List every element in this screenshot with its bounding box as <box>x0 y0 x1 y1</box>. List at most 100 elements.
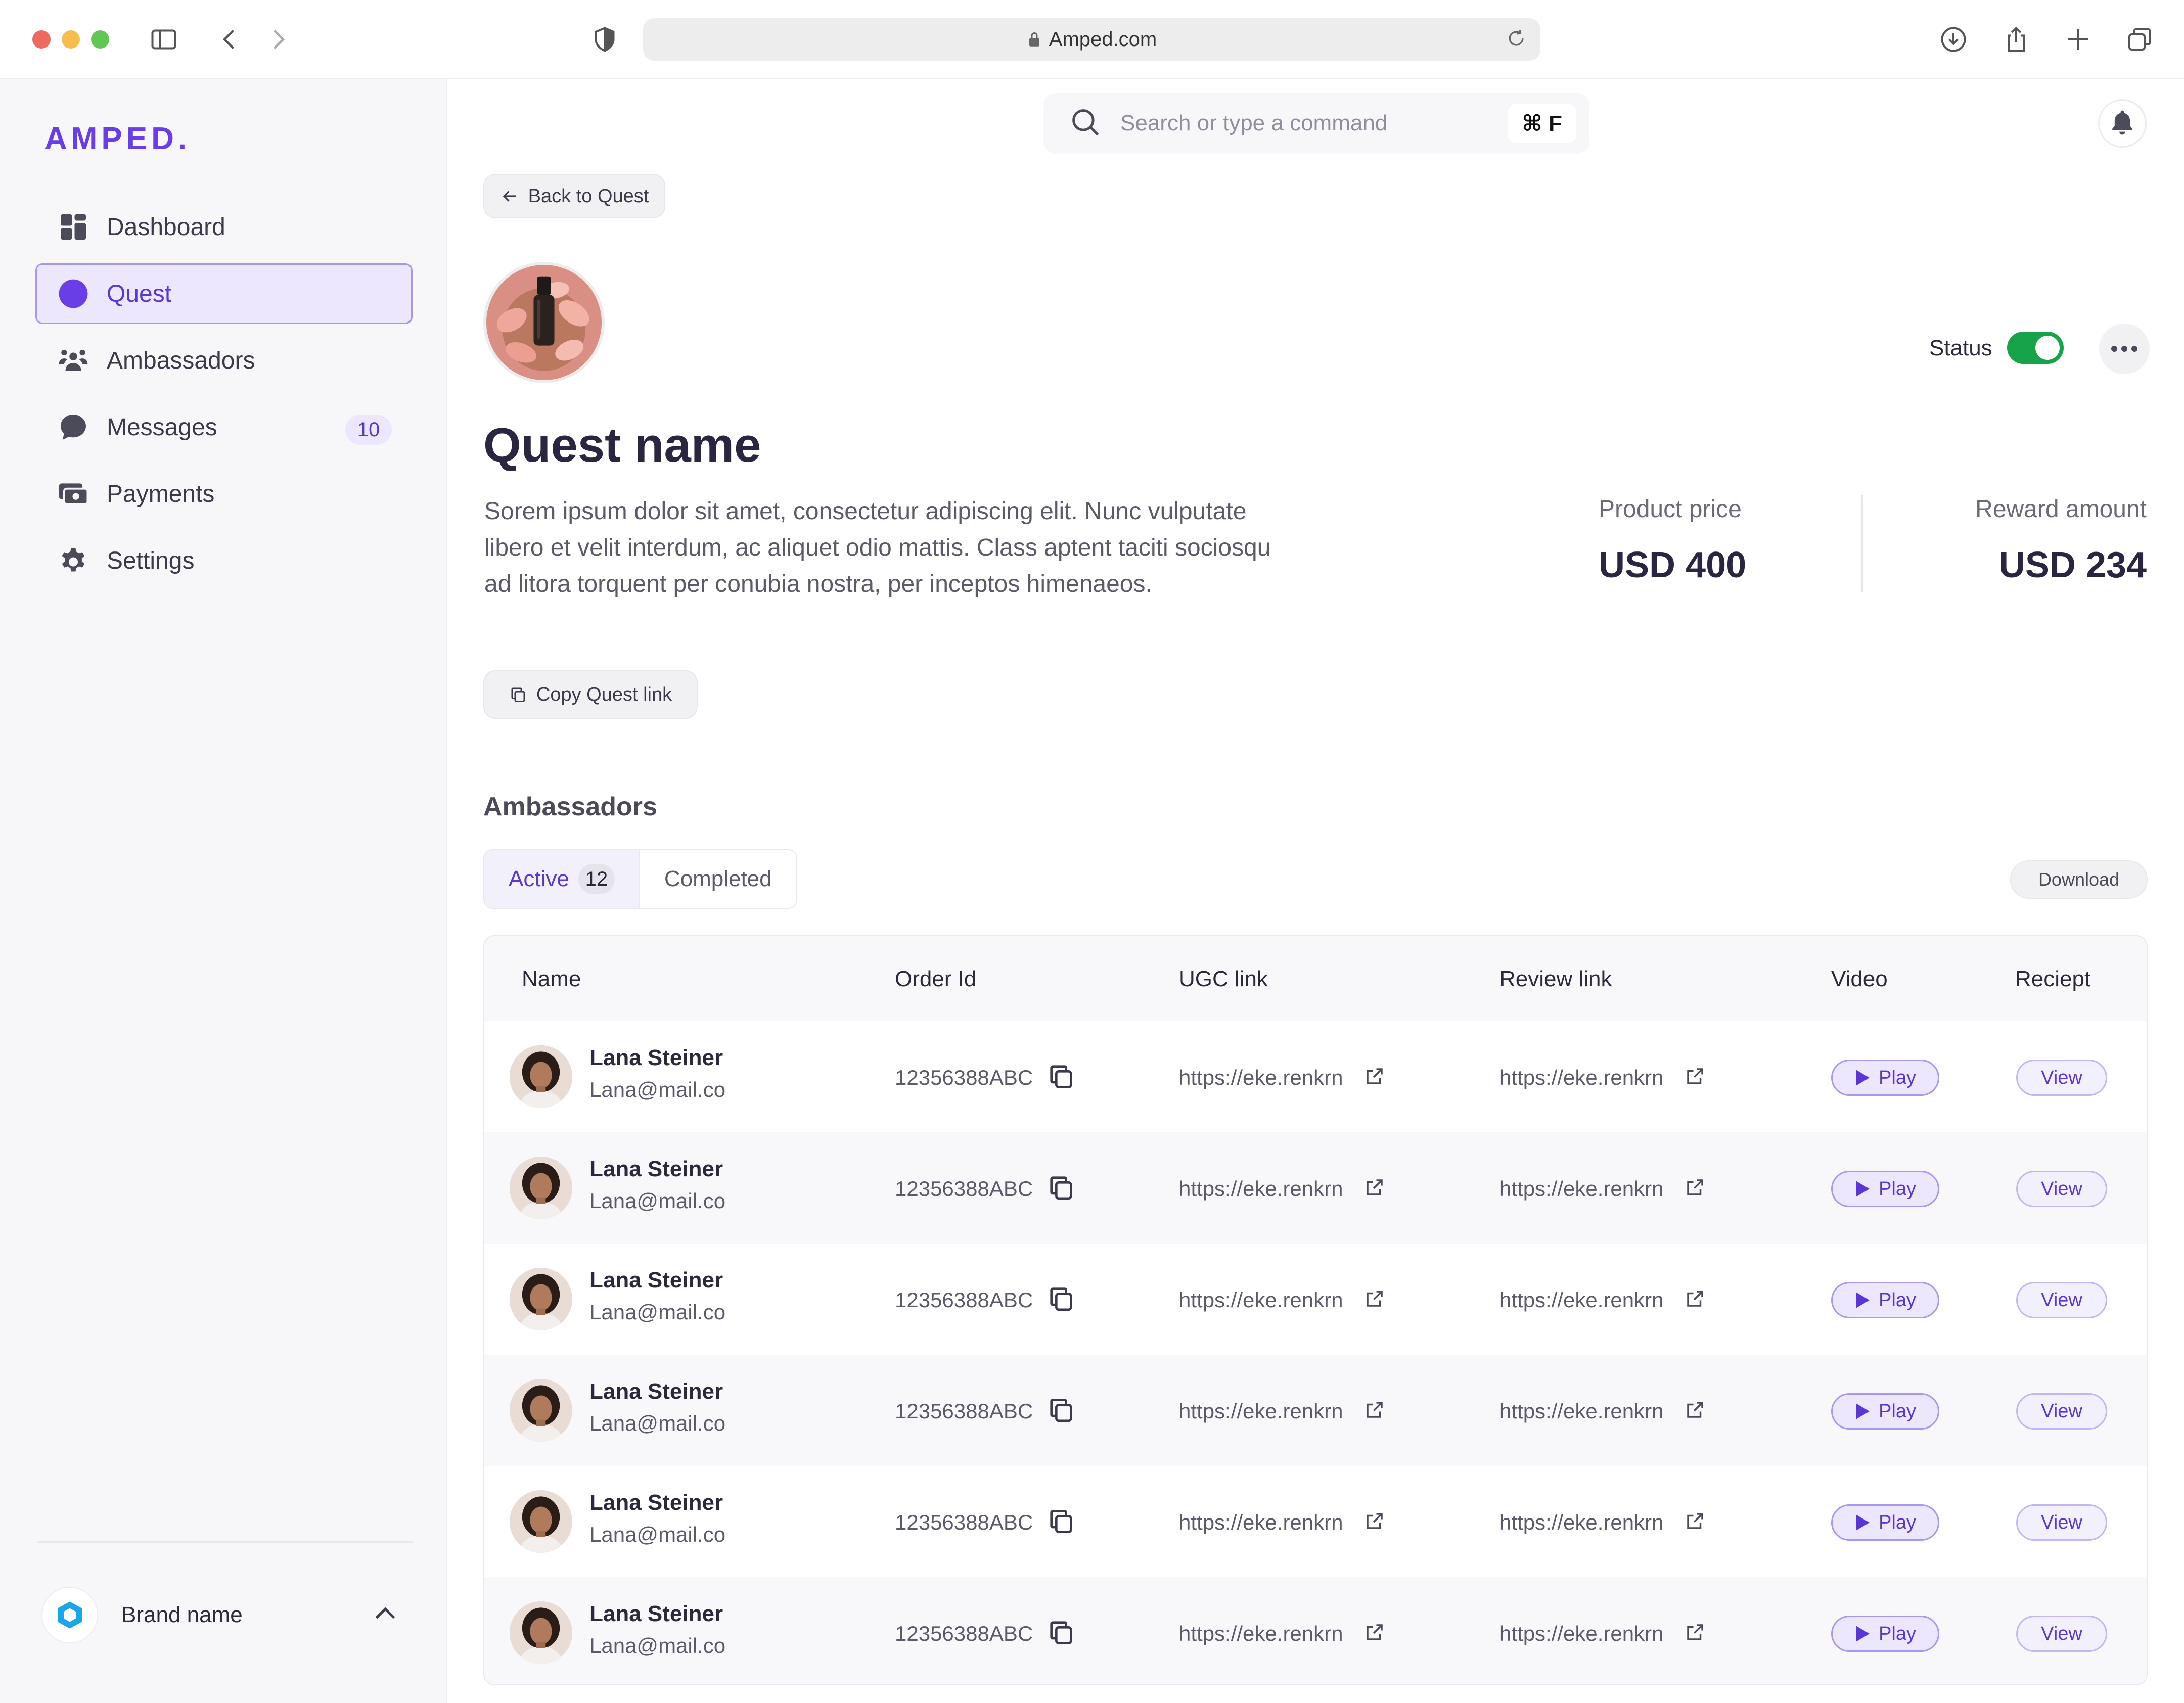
play-video-button[interactable]: Play <box>1831 1393 1939 1430</box>
sidebar-item-quest[interactable]: Quest <box>35 263 413 324</box>
search-icon <box>1069 106 1102 142</box>
copy-icon[interactable] <box>1046 1173 1076 1205</box>
command-search[interactable]: Search or type a command ⌘ F <box>1043 93 1589 154</box>
external-link-icon[interactable] <box>1685 1066 1706 1089</box>
external-link-icon[interactable] <box>1364 1510 1385 1534</box>
view-receipt-button[interactable]: View <box>2016 1504 2107 1541</box>
address-bar[interactable]: Amped.com <box>643 18 1540 61</box>
ambassador-email: Lana@mail.co <box>589 1189 726 1213</box>
ugc-link[interactable]: https://eke.renkrn <box>1179 1288 1343 1312</box>
review-link[interactable]: https://eke.renkrn <box>1499 1510 1664 1535</box>
sidebar-item-dashboard[interactable]: Dashboard <box>35 197 413 257</box>
copy-icon[interactable] <box>1046 1506 1076 1538</box>
back-to-quest-button[interactable]: Back to Quest <box>483 174 665 218</box>
copy-icon[interactable] <box>1046 1618 1076 1649</box>
external-link-icon[interactable] <box>1364 1622 1385 1645</box>
tab-label: Completed <box>664 866 772 891</box>
play-icon <box>1856 1292 1870 1308</box>
copy-icon[interactable] <box>1046 1395 1076 1427</box>
review-link[interactable]: https://eke.renkrn <box>1499 1622 1664 1646</box>
external-link-icon[interactable] <box>1685 1288 1706 1312</box>
minimize-window-button[interactable] <box>62 30 80 49</box>
order-id: 12356388ABC <box>895 1288 1033 1312</box>
share-icon[interactable] <box>1999 22 2033 57</box>
ugc-link[interactable]: https://eke.renkrn <box>1179 1622 1343 1646</box>
ugc-link[interactable]: https://eke.renkrn <box>1179 1177 1343 1201</box>
notifications-button[interactable] <box>2098 99 2147 148</box>
play-label: Play <box>1879 1178 1916 1200</box>
arrow-left-icon <box>503 191 516 202</box>
reload-icon[interactable] <box>1505 27 1527 55</box>
tab-overview-icon[interactable] <box>2122 22 2157 57</box>
copy-icon[interactable] <box>1046 1062 1076 1093</box>
play-label: Play <box>1879 1400 1916 1422</box>
external-link-icon[interactable] <box>1364 1066 1385 1089</box>
column-header-order-id[interactable]: Order Id <box>895 966 976 992</box>
ugc-link[interactable]: https://eke.renkrn <box>1179 1066 1343 1090</box>
search-input[interactable]: Search or type a command <box>1120 111 1387 136</box>
sidebar-item-ambassadors[interactable]: Ambassadors <box>35 330 413 391</box>
play-label: Play <box>1879 1067 1916 1088</box>
copy-icon[interactable] <box>1046 1284 1076 1316</box>
copy-quest-link-button[interactable]: Copy Quest link <box>483 670 698 719</box>
column-header-review-link[interactable]: Review link <box>1499 966 1612 992</box>
app-logo[interactable]: AMPED. <box>44 121 191 157</box>
external-link-icon[interactable] <box>1685 1510 1706 1534</box>
play-video-button[interactable]: Play <box>1831 1171 1939 1207</box>
view-receipt-button[interactable]: View <box>2016 1393 2107 1430</box>
review-link[interactable]: https://eke.renkrn <box>1499 1066 1664 1090</box>
avatar <box>510 1490 572 1553</box>
play-label: Play <box>1879 1511 1916 1533</box>
play-video-button[interactable]: Play <box>1831 1282 1939 1318</box>
chevron-up-icon[interactable] <box>370 1599 400 1632</box>
external-link-icon[interactable] <box>1364 1399 1385 1423</box>
brand-switcher[interactable]: Brand name <box>41 1585 416 1645</box>
close-window-button[interactable] <box>32 30 51 49</box>
review-link[interactable]: https://eke.renkrn <box>1499 1399 1664 1423</box>
play-video-button[interactable]: Play <box>1831 1060 1939 1096</box>
tab-completed[interactable]: Completed <box>640 850 796 908</box>
forward-arrow-icon[interactable] <box>261 22 295 57</box>
download-button[interactable]: Download <box>2010 860 2148 899</box>
view-receipt-button[interactable]: View <box>2016 1616 2107 1652</box>
download-icon[interactable] <box>1936 22 1971 57</box>
lock-icon <box>1027 31 1042 48</box>
status-toggle[interactable] <box>2007 332 2064 364</box>
sidebar-divider <box>37 1541 413 1543</box>
external-link-icon[interactable] <box>1364 1288 1385 1312</box>
tab-active[interactable]: Active 12 <box>484 850 640 908</box>
play-video-button[interactable]: Play <box>1831 1616 1939 1652</box>
toggle-knob <box>2035 336 2060 360</box>
ugc-link[interactable]: https://eke.renkrn <box>1179 1510 1343 1535</box>
maximize-window-button[interactable] <box>91 30 109 49</box>
reward-amount-value: USD 234 <box>1998 545 2147 585</box>
table-row: Lana Steiner Lana@mail.co 12356388ABC ht… <box>484 1466 2147 1577</box>
external-link-icon[interactable] <box>1685 1177 1706 1201</box>
column-header-video[interactable]: Video <box>1831 966 1888 992</box>
new-tab-icon[interactable] <box>2061 22 2095 57</box>
review-link[interactable]: https://eke.renkrn <box>1499 1288 1664 1312</box>
sidebar-item-settings[interactable]: Settings <box>35 530 413 591</box>
column-header-name[interactable]: Name <box>522 966 581 992</box>
play-video-button[interactable]: Play <box>1831 1504 1939 1541</box>
view-receipt-button[interactable]: View <box>2016 1282 2107 1318</box>
column-header-ugc-link[interactable]: UGC link <box>1179 966 1268 992</box>
more-horizontal-icon <box>2111 346 2137 352</box>
back-arrow-icon[interactable] <box>212 22 247 57</box>
quest-product-image <box>483 262 605 383</box>
external-link-icon[interactable] <box>1685 1622 1706 1645</box>
sidebar-item-messages[interactable]: Messages 10 <box>35 397 413 457</box>
column-header-receipt[interactable]: Reciept <box>2015 966 2090 992</box>
review-link[interactable]: https://eke.renkrn <box>1499 1177 1664 1201</box>
view-receipt-button[interactable]: View <box>2016 1171 2107 1207</box>
external-link-icon[interactable] <box>1364 1177 1385 1201</box>
avatar <box>510 1601 572 1664</box>
shield-icon[interactable] <box>587 22 622 57</box>
more-options-button[interactable] <box>2099 324 2150 374</box>
sidebar-nav: Dashboard Quest Ambassadors Messages 10 <box>35 197 413 597</box>
sidebar-item-payments[interactable]: Payments <box>35 464 413 524</box>
view-receipt-button[interactable]: View <box>2016 1060 2107 1096</box>
external-link-icon[interactable] <box>1685 1399 1706 1423</box>
sidebar-toggle-icon[interactable] <box>147 22 181 57</box>
ugc-link[interactable]: https://eke.renkrn <box>1179 1399 1343 1423</box>
